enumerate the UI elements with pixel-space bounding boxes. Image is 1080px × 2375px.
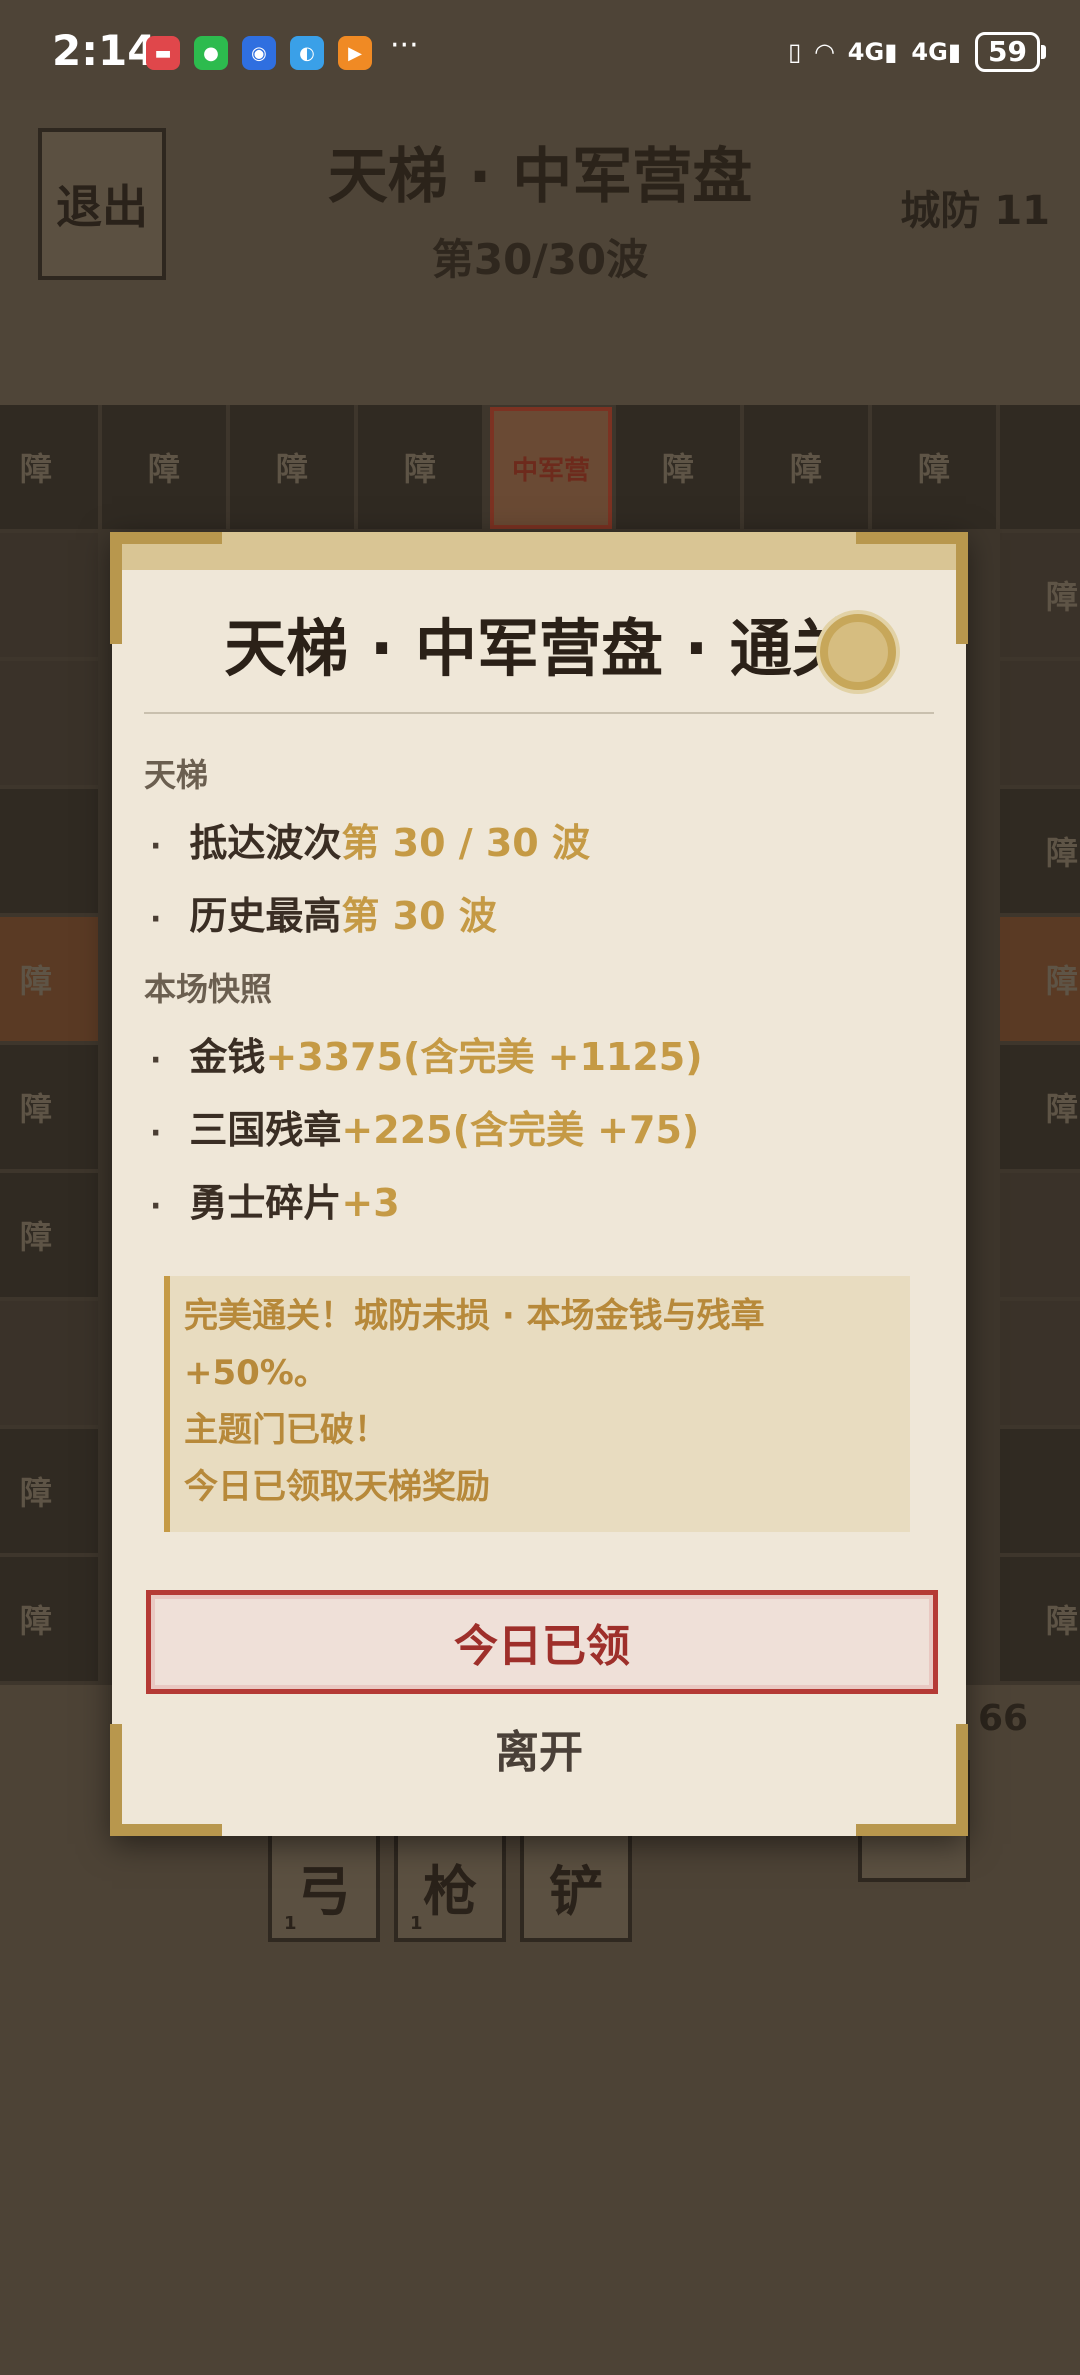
note-line: 主题门已破！ [184, 1410, 388, 1450]
obstacle-cell[interactable]: 障 [0, 405, 98, 529]
obstacle-cell[interactable]: 障 [744, 405, 868, 529]
obstacle-cell[interactable]: 障 [0, 917, 98, 1041]
gold-label: 金钱 [189, 1035, 266, 1079]
gold-row: · 金钱+3375(含完美 +1125) [150, 1026, 703, 1081]
shard-row: · 勇士碎片+3 [150, 1172, 400, 1227]
deck-label: 枪 [423, 1859, 477, 1923]
deck-count: 1 [284, 1913, 297, 1934]
bullet: · [150, 902, 162, 937]
deck-slot-bow[interactable]: 弓 1 [268, 1830, 380, 1942]
signal-2-icon: 4G▮ [911, 38, 962, 66]
grid-cell[interactable] [1000, 1173, 1080, 1297]
badge-label: 三国残章 [189, 1108, 342, 1152]
app-orange-icon: ▶ [338, 36, 372, 70]
wave-reached-label: 抵达波次 [189, 821, 342, 865]
grid-cell[interactable] [1000, 661, 1080, 785]
obstacle-cell[interactable] [1000, 405, 1080, 529]
grid-cell[interactable] [1000, 1301, 1080, 1425]
obstacle-cell[interactable]: 障 [1000, 1557, 1080, 1681]
hq-cell[interactable]: 中军营 [490, 407, 612, 529]
clear-result-dialog: 天梯 · 中军营盘 · 通关 天梯 · 抵达波次第 30 / 30 波 · 历史最高… [110, 532, 968, 1836]
coin-seal-icon [820, 614, 896, 690]
section-snapshot: 本场快照 [144, 970, 273, 1008]
city-defense: 城防 11 [900, 188, 1050, 234]
shard-label: 勇士碎片 [189, 1181, 342, 1225]
status-bar: 2:14 ▬ ● ◉ ◐ ▶ ··· ▯ ◠ 4G▮ 4G▮ 59 [0, 0, 1080, 100]
deck-label: 铲 [549, 1859, 603, 1923]
grid-cell[interactable] [1000, 1429, 1080, 1553]
wave-reached-row: · 抵达波次第 30 / 30 波 [150, 812, 590, 867]
best-wave-row: · 历史最高第 30 波 [150, 885, 497, 940]
gold-value: +3375(含完美 +1125) [265, 1035, 703, 1079]
deck-slot-shovel[interactable]: 铲 [520, 1830, 632, 1942]
leave-button[interactable]: 离开 [112, 1716, 966, 1780]
more-notifications-icon: ··· [390, 28, 419, 63]
obstacle-cell[interactable]: 障 [1000, 533, 1080, 657]
grid-cell[interactable] [0, 661, 98, 785]
note-line: +50%。 [184, 1353, 328, 1393]
bullet: · [150, 829, 162, 864]
wechat-icon: ● [194, 36, 228, 70]
app-lightblue-icon: ◐ [290, 36, 324, 70]
obstacle-cell[interactable]: 障 [1000, 1045, 1080, 1169]
deck-label: 弓 [297, 1859, 351, 1923]
bullet: · [150, 1116, 162, 1151]
obstacle-cell[interactable]: 障 [872, 405, 996, 529]
obstacle-cell[interactable]: 障 [1000, 789, 1080, 913]
obstacle-cell[interactable]: 障 [0, 1557, 98, 1681]
obstacle-cell[interactable]: 障 [358, 405, 482, 529]
system-status: ▯ ◠ 4G▮ 4G▮ 59 [788, 32, 1046, 72]
obstacle-cell[interactable]: 障 [230, 405, 354, 529]
claimed-today-button[interactable]: 今日已领 [146, 1590, 938, 1694]
grid-cell[interactable] [0, 1301, 98, 1425]
obstacle-cell[interactable]: 障 [1000, 917, 1080, 1041]
obstacle-cell[interactable]: 障 [0, 1173, 98, 1297]
status-time: 2:14 [52, 26, 157, 75]
grid-cell[interactable] [0, 533, 98, 657]
grid-cell[interactable] [0, 789, 98, 913]
huawei-app-icon: ▬ [146, 36, 180, 70]
badge-row: · 三国残章+225(含完美 +75) [150, 1099, 699, 1154]
side-value: 66 [978, 1698, 1029, 1739]
note-line: 完美通关！城防未损 · 本场金钱与残章 [184, 1296, 765, 1336]
battery-icon: 59 [975, 32, 1046, 72]
notification-icons: ▬ ● ◉ ◐ ▶ [146, 36, 372, 70]
wave-reached-value: 第 30 / 30 波 [341, 821, 590, 865]
obstacle-cell[interactable]: 障 [0, 1429, 98, 1553]
badge-value: +225(含完美 +75) [341, 1108, 700, 1152]
shard-value: +3 [341, 1181, 400, 1225]
best-wave-label: 历史最高 [189, 894, 342, 938]
vibrate-icon: ▯ [788, 38, 802, 66]
obstacle-cell[interactable]: 障 [616, 405, 740, 529]
bullet: · [150, 1043, 162, 1078]
dialog-top-band [112, 532, 966, 570]
deck-slot-spear[interactable]: 枪 1 [394, 1830, 506, 1942]
note-line: 今日已领取天梯奖励 [184, 1467, 490, 1507]
signal-1-icon: 4G▮ [847, 38, 898, 66]
obstacle-cell[interactable]: 障 [102, 405, 226, 529]
deck-count: 1 [410, 1913, 423, 1934]
result-note: 完美通关！城防未损 · 本场金钱与残章 +50%。 主题门已破！ 今日已领取天梯… [164, 1276, 910, 1532]
wifi-icon: ◠ [815, 38, 834, 66]
bullet: · [150, 1189, 162, 1224]
best-wave-value: 第 30 波 [341, 894, 497, 938]
section-ladder: 天梯 [144, 756, 209, 794]
app-blue-icon: ◉ [242, 36, 276, 70]
divider [144, 712, 934, 714]
obstacle-cell[interactable]: 障 [0, 1045, 98, 1169]
